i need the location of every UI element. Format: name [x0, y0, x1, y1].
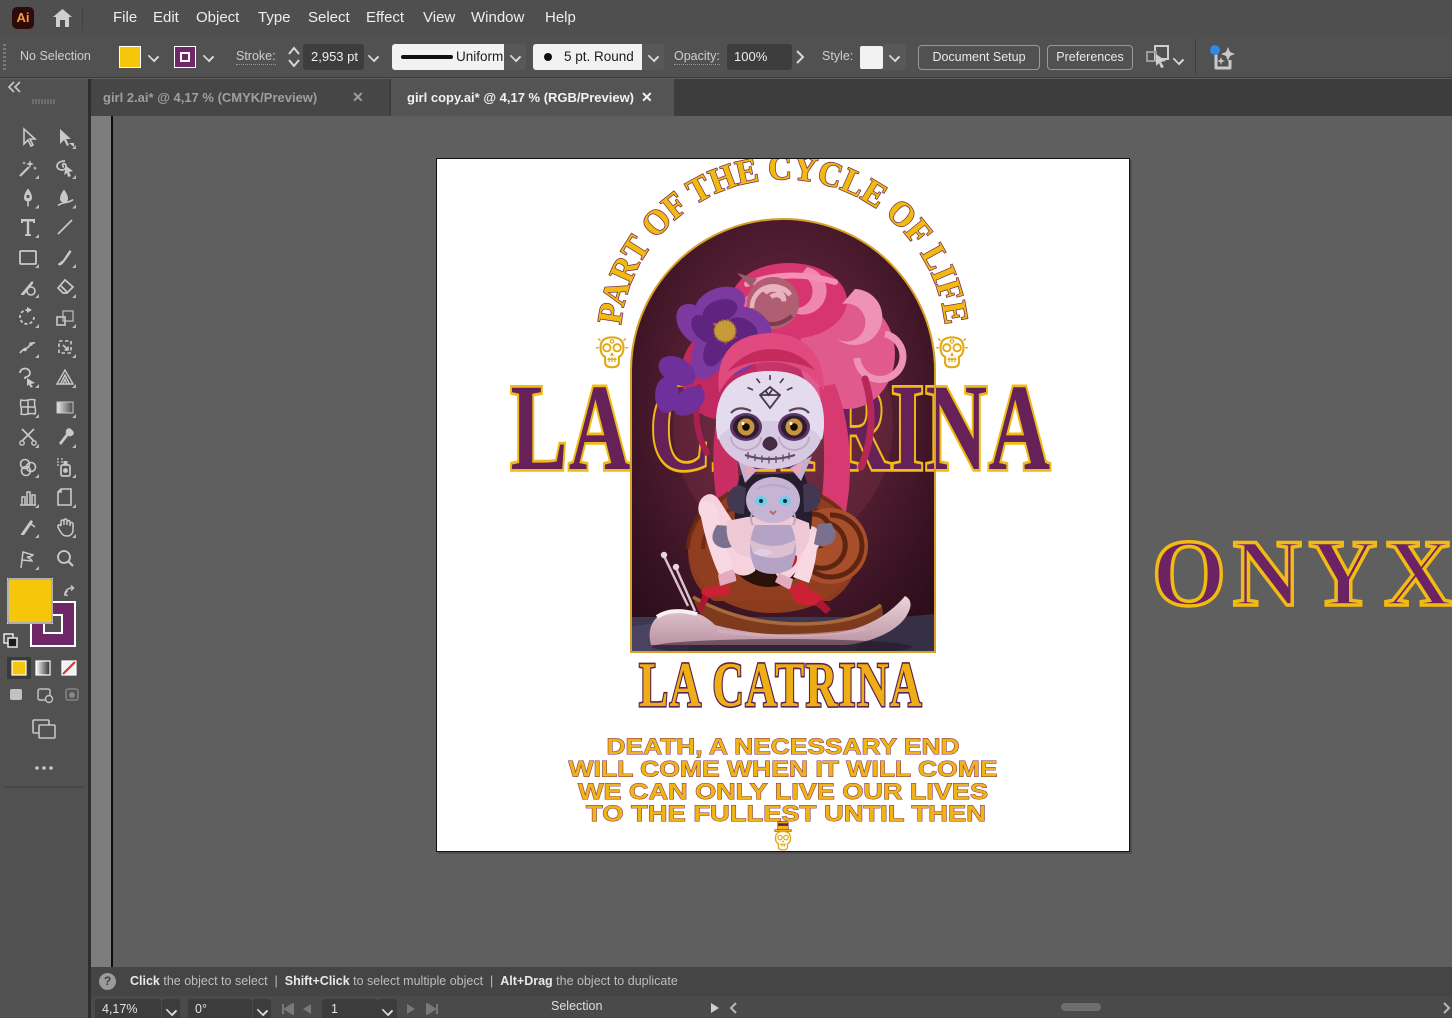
svg-text:DEATH, A NECESSARY END: DEATH, A NECESSARY END: [607, 734, 960, 759]
svg-text:LA CATRINA: LA CATRINA: [639, 649, 923, 720]
svg-text:WILL COME WHEN IT WILL COME: WILL COME WHEN IT WILL COME: [569, 757, 998, 782]
